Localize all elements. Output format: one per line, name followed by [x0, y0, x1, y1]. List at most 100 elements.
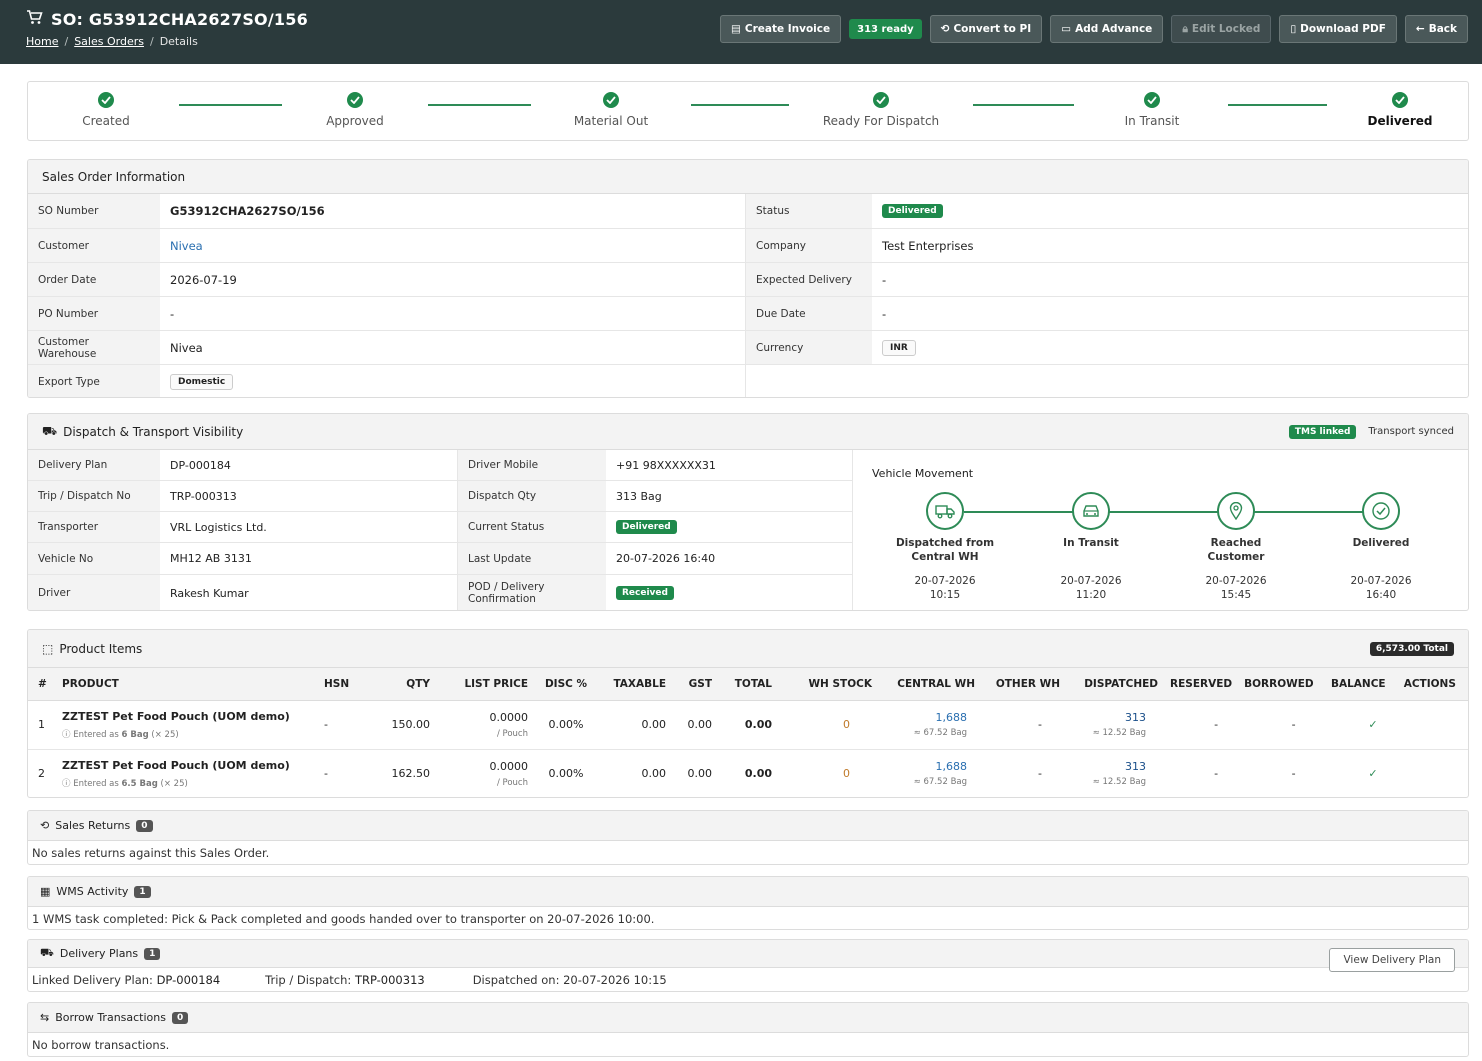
company-value: Test Enterprises: [882, 238, 974, 253]
info-icon: ⓘ: [62, 778, 71, 789]
movement-date: 20-07-2026: [914, 575, 976, 587]
delivery-plan-value: DP-000184: [170, 458, 231, 472]
entered-as: ⓘ Entered as 6.5 Bag (× 25): [62, 778, 188, 789]
breadcrumb-sales-orders[interactable]: Sales Orders: [74, 35, 144, 48]
col-header: RESERVED: [1164, 668, 1239, 701]
linked-plan-value: DP-000184: [156, 973, 221, 987]
add-advance-button[interactable]: ▭ Add Advance: [1050, 15, 1164, 43]
movement-date: 20-07-2026: [1060, 575, 1122, 587]
card-header: ▦ WMS Activity 1: [28, 877, 1468, 907]
field-label: Due Date: [746, 297, 872, 330]
field-label: PO Number: [28, 297, 160, 330]
so-info-right: Status Delivered Company Test Enterprises …: [746, 194, 1468, 397]
convert-to-pi-button[interactable]: ⟲ Convert to PI: [929, 15, 1043, 43]
undo-icon: ⟲: [40, 819, 50, 832]
page-header: SO: G53912CHA2627SO/156 Home / Sales Orde…: [0, 0, 1482, 64]
trip-number-value: TRP-000313: [170, 489, 237, 503]
download-pdf-button[interactable]: ▯ Download PDF: [1279, 15, 1397, 43]
dispatched-on-value: 20-07-2026 10:15: [563, 973, 667, 987]
col-header: QTY: [362, 668, 436, 701]
balance-check-icon: ✓: [1319, 749, 1392, 797]
check-icon: [873, 92, 889, 108]
card-header: ⛟ Delivery Plans 1: [28, 940, 1468, 968]
create-invoice-button[interactable]: ▤ Create Invoice: [719, 15, 842, 43]
central-wh-link[interactable]: 1,688: [884, 711, 968, 724]
col-header: GST: [672, 668, 718, 701]
card-title: WMS Activity: [56, 885, 129, 898]
movement-time: 16:40: [1365, 589, 1397, 601]
field-label: Status: [746, 194, 872, 228]
movement-date: 20-07-2026: [1205, 575, 1267, 587]
col-header: OTHER WH: [981, 668, 1066, 701]
field-label: Company: [746, 229, 872, 262]
invoice-icon: ▤: [730, 23, 741, 35]
field-label: SO Number: [28, 194, 160, 228]
table-row: 2 ZZTEST Pet Food Pouch (UOM demo) ⓘ Ente…: [28, 749, 1468, 797]
back-button[interactable]: ← Back: [1404, 15, 1468, 43]
central-wh-link[interactable]: 1,688: [884, 760, 968, 773]
check-circle-icon: [1362, 492, 1400, 530]
field-label: Driver Mobile: [458, 450, 606, 480]
cart-icon: [26, 10, 43, 29]
movement-date: 20-07-2026: [1350, 575, 1412, 587]
car-icon: [1072, 492, 1110, 530]
check-icon: [1144, 92, 1160, 108]
refresh-icon: ⟲: [940, 23, 950, 35]
movement-label: In Transit: [1063, 537, 1119, 549]
count-badge: 0: [136, 819, 153, 832]
dispatch-qty-value: 313 Bag: [616, 489, 662, 503]
step-material-out: Material Out: [531, 92, 691, 128]
col-header: ACTIONS: [1391, 668, 1468, 701]
field-label: Vehicle No: [28, 543, 160, 574]
col-header: LIST PRICE: [436, 668, 534, 701]
count-badge: 1: [144, 947, 161, 960]
order-date-value: 2026-07-19: [170, 272, 237, 287]
expected-delivery-value: -: [882, 272, 887, 287]
box-icon: ⬚: [42, 641, 54, 656]
dispatch-left: Delivery Plan DP-000184 Trip / Dispatch N…: [28, 450, 458, 610]
wms-text: 1 WMS task completed: Pick & Pack comple…: [32, 912, 655, 926]
customer-link[interactable]: Nivea: [160, 229, 213, 262]
col-header: DISPATCHED: [1066, 668, 1164, 701]
balance-check-icon: ✓: [1319, 700, 1392, 750]
movement-in-transit: In Transit 20-07-2026 11:20: [1036, 492, 1146, 602]
movement-label: Dispatched from Central WH: [895, 537, 995, 563]
movement-time: 15:45: [1220, 589, 1252, 601]
swap-icon: ⇆: [40, 1011, 50, 1024]
dispatch-card: ⛟ Dispatch & Transport Visibility TMS li…: [27, 413, 1469, 611]
transport-synced-text: Transport synced: [1368, 426, 1454, 437]
export-type-badge: Domestic: [170, 374, 234, 390]
movement-dispatched: Dispatched from Central WH 20-07-2026 10:…: [890, 492, 1000, 602]
movement-time: 11:20: [1075, 589, 1107, 601]
returns-text: No sales returns against this Sales Orde…: [32, 846, 270, 860]
driver-mobile-value: +91 98XXXXXX31: [616, 458, 716, 472]
sales-order-info-card: Sales Order Information SO Number G53912C…: [27, 159, 1469, 398]
status-stepper: Created Approved Material Out Ready For …: [27, 81, 1469, 141]
customer-warehouse-value: Nivea: [170, 340, 203, 355]
view-delivery-plan-button[interactable]: View Delivery Plan: [1329, 948, 1455, 972]
field-label: Current Status: [458, 512, 606, 542]
breadcrumb-home[interactable]: Home: [26, 35, 58, 48]
toolbar: ▤ Create Invoice 313 ready ⟲ Convert to PI…: [719, 15, 1468, 43]
field-label: Dispatch Qty: [458, 481, 606, 511]
movement-reached-customer: Reached Customer 20-07-2026 15:45: [1181, 492, 1291, 602]
vehicle-number-value: MH12 AB 3131: [170, 552, 252, 565]
card-header: Sales Order Information: [28, 160, 1468, 194]
check-icon: [1392, 92, 1408, 108]
card-title: Sales Order Information: [42, 169, 186, 184]
card-header: ⬚ Product Items 6,573.00 Total: [28, 630, 1468, 668]
step-approved: Approved: [275, 92, 435, 128]
field-label: POD / Delivery Confirmation: [458, 575, 606, 610]
edit-locked-button[interactable]: 🔒︎ Edit Locked: [1171, 15, 1272, 43]
product-items-card: ⬚ Product Items 6,573.00 Total # PRODUCT…: [27, 629, 1469, 798]
check-icon: [347, 92, 363, 108]
movement-delivered: Delivered 20-07-2026 16:40: [1326, 492, 1436, 602]
field-label: Delivery Plan: [28, 450, 160, 480]
count-badge: 0: [172, 1011, 189, 1024]
field-label: Customer Warehouse: [28, 331, 160, 364]
status-badge: Delivered: [882, 204, 943, 218]
step-connector: [179, 104, 282, 106]
field-label: Transporter: [28, 512, 160, 542]
trip-value: TRP-000313: [354, 973, 425, 987]
map-pin-icon: [1217, 492, 1255, 530]
